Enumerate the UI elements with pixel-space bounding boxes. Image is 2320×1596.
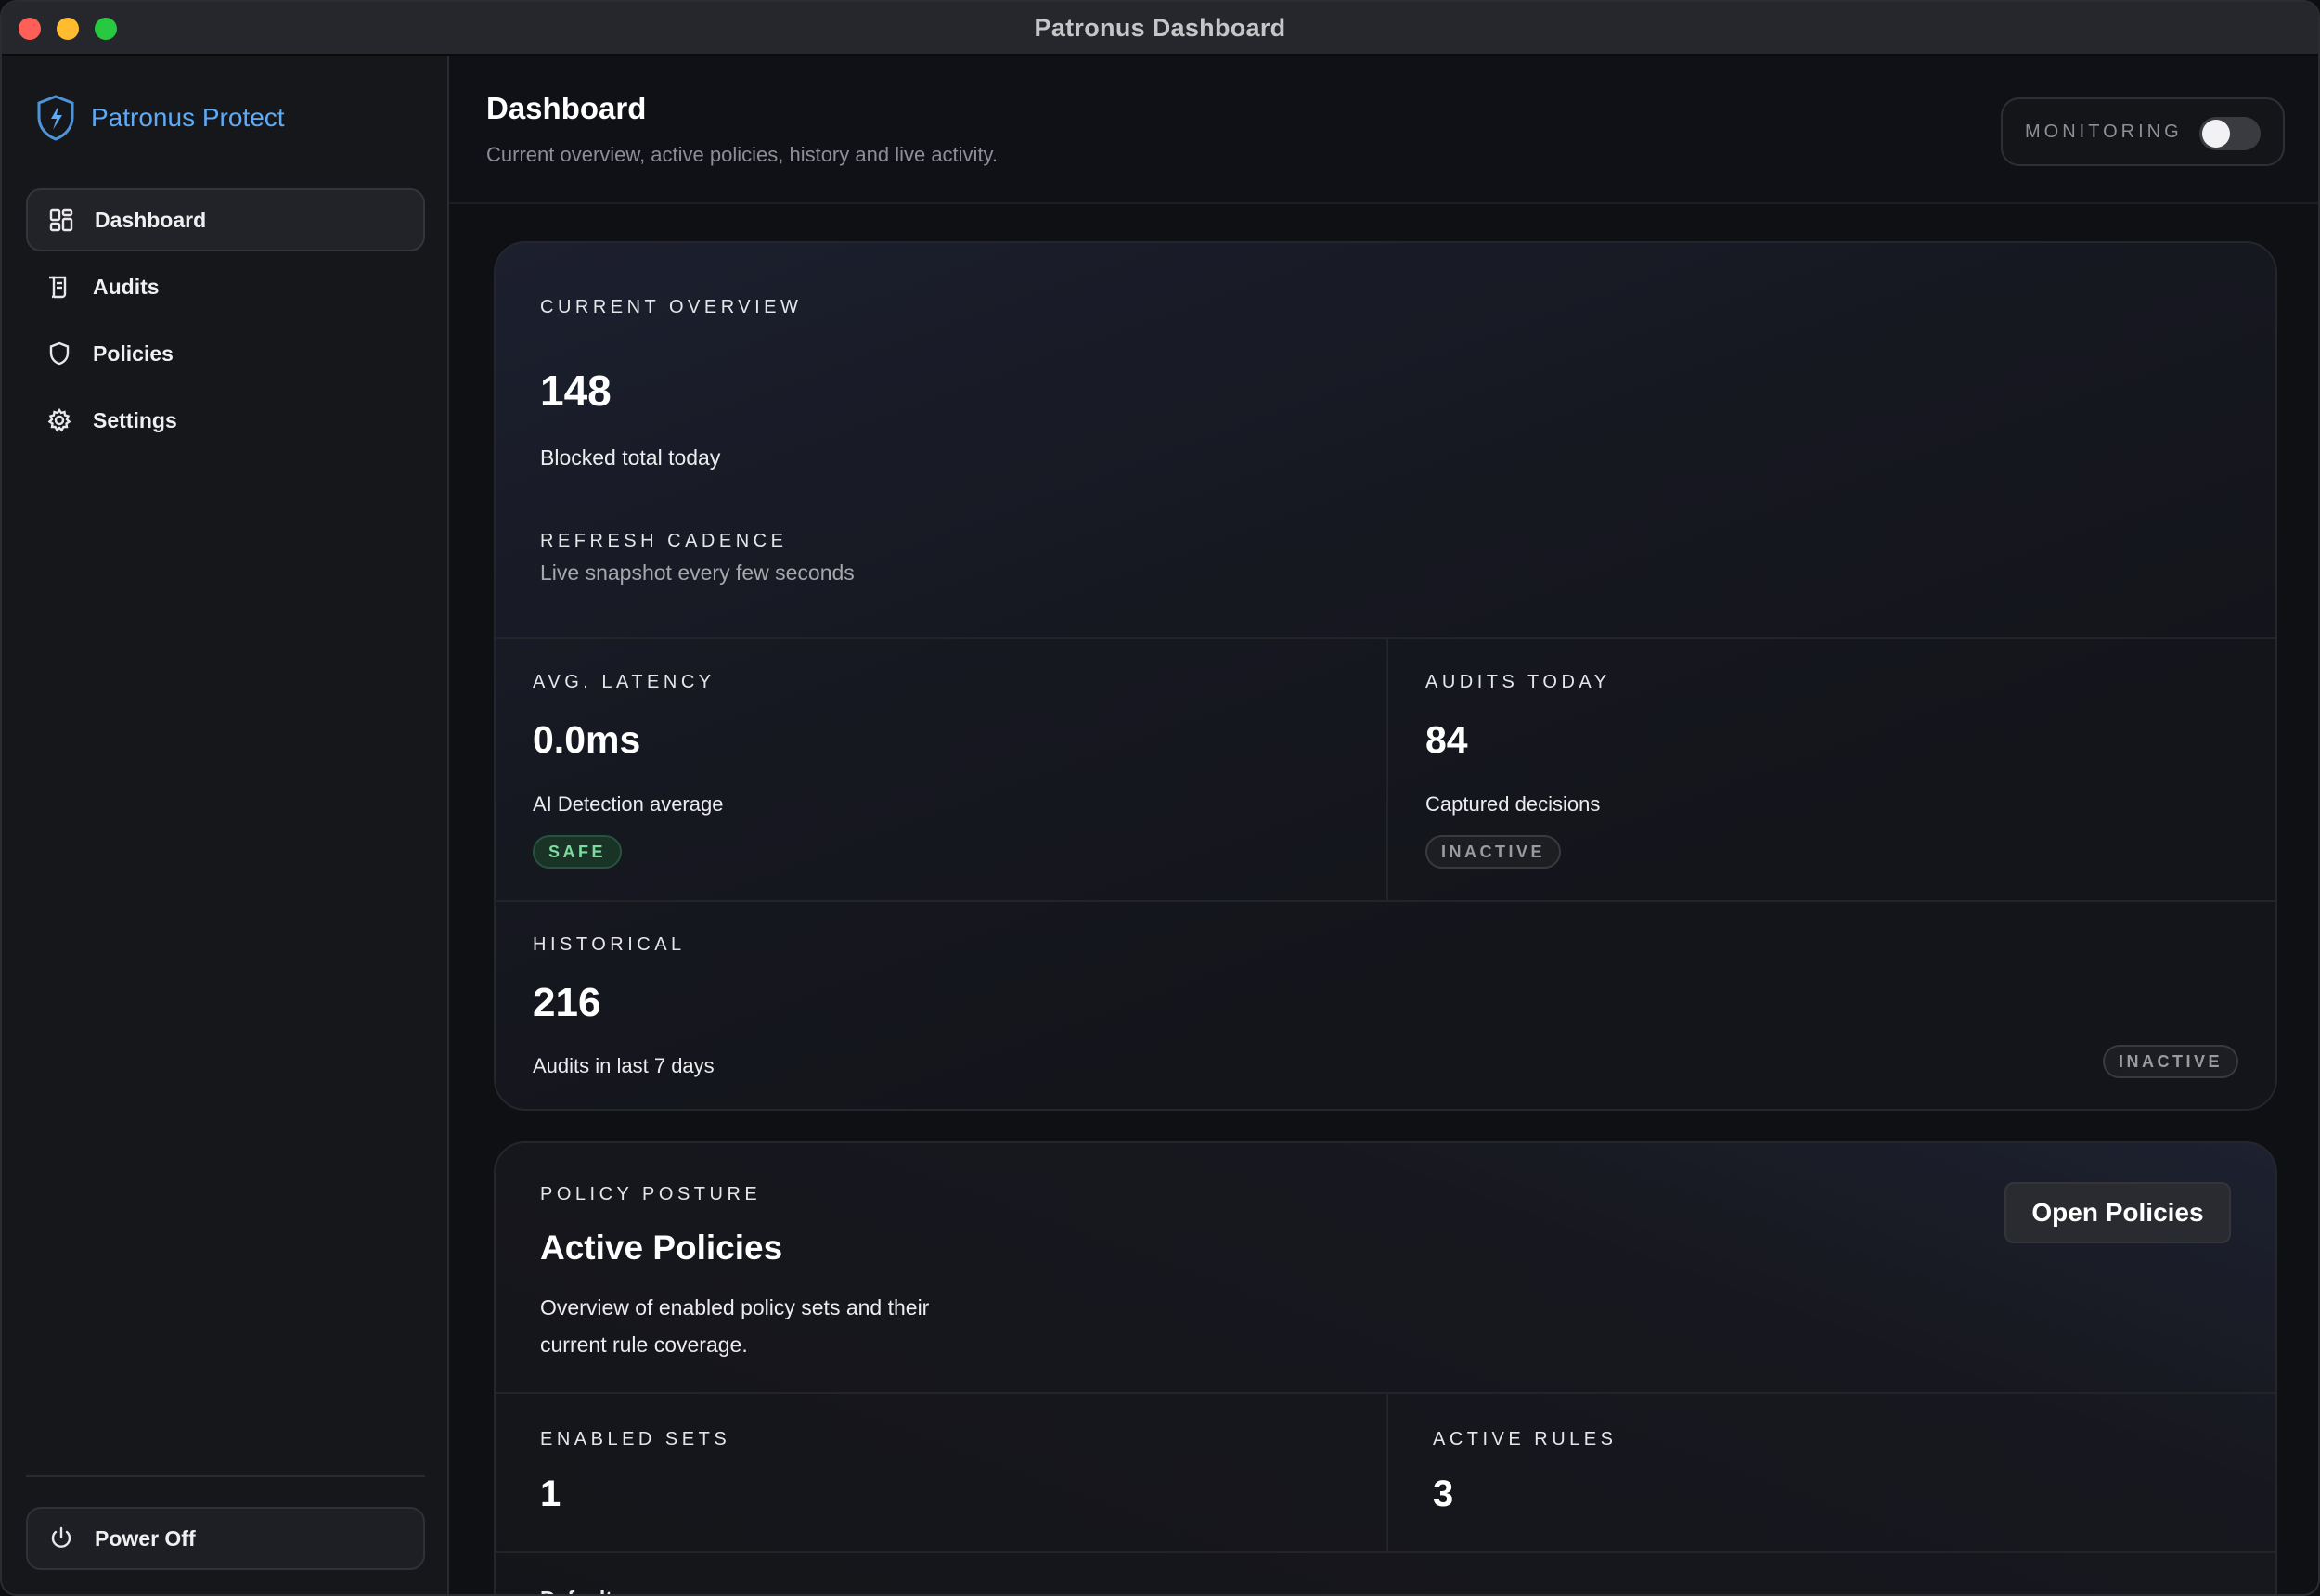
sidebar-item-label: Settings (93, 407, 177, 432)
sidebar: Patronus Protect Dashboard Audits Polici… (2, 56, 449, 1594)
sidebar-item-audits[interactable]: Audits (26, 255, 425, 318)
policy-posture-card: POLICY POSTURE Active Policies Overview … (494, 1141, 2277, 1594)
historical-label: Audits in last 7 days (533, 1054, 715, 1077)
brand[interactable]: Patronus Protect (35, 95, 285, 141)
power-off-button[interactable]: Power Off (26, 1507, 425, 1570)
policy-divider (496, 1392, 2275, 1394)
audits-today-value: 84 (1425, 718, 1468, 761)
switch-knob (2202, 120, 2230, 148)
enabled-sets-value: 1 (540, 1474, 561, 1514)
grid-icon (49, 208, 73, 232)
stats-divider (1386, 637, 1388, 900)
active-rules-value: 3 (1433, 1474, 1454, 1514)
historical-value: 216 (533, 980, 601, 1025)
policy-description-line1: Overview of enabled policy sets and thei… (540, 1295, 930, 1319)
policy-posture-heading: POLICY POSTURE (540, 1184, 762, 1204)
shield-icon (49, 341, 70, 366)
blocked-total-value: 148 (540, 367, 612, 415)
app-window: Patronus Dashboard Patronus Protect Dash… (0, 0, 2320, 1596)
sidebar-nav: Dashboard Audits Policies Settings (26, 188, 425, 456)
policy-bottom-divider (496, 1551, 2275, 1553)
sidebar-item-label: Dashboard (95, 207, 207, 232)
sidebar-item-policies[interactable]: Policies (26, 322, 425, 385)
window-controls (19, 18, 117, 40)
historical-heading: HISTORICAL (533, 934, 686, 955)
scroll-icon (49, 276, 67, 299)
brand-name: Patronus Protect (91, 103, 285, 132)
power-off-label: Power Off (95, 1525, 196, 1551)
sidebar-item-settings[interactable]: Settings (26, 389, 425, 452)
enabled-sets-heading: ENABLED SETS (540, 1429, 731, 1449)
policy-set-name: Default (540, 1587, 612, 1594)
refresh-cadence-text: Live snapshot every few seconds (540, 560, 855, 585)
sidebar-divider (26, 1475, 425, 1477)
page-title: Dashboard (486, 91, 647, 125)
active-policies-title: Active Policies (540, 1229, 783, 1267)
audits-today-label: Captured decisions (1425, 792, 1601, 816)
policy-description-line2: current rule coverage. (540, 1332, 748, 1357)
patronus-shield-logo-icon (37, 95, 74, 141)
status-badge: SAFE (533, 835, 622, 869)
monitoring-switch[interactable] (2199, 117, 2261, 150)
current-overview-card: CURRENT OVERVIEW 148 Blocked total today… (494, 241, 2277, 1111)
monitoring-toggle[interactable]: MONITORING (2001, 97, 2285, 166)
status-badge: INACTIVE (1425, 835, 1561, 869)
blocked-total-label: Blocked total today (540, 445, 721, 470)
audits-today-heading: AUDITS TODAY (1425, 672, 1611, 692)
status-badge: INACTIVE (2103, 1045, 2238, 1078)
monitoring-label: MONITORING (2025, 121, 2183, 142)
window-title: Patronus Dashboard (1034, 13, 1286, 42)
open-policies-button[interactable]: Open Policies (2004, 1182, 2231, 1243)
active-rules-heading: ACTIVE RULES (1433, 1429, 1618, 1449)
maximize-window-button[interactable] (95, 18, 117, 40)
policy-stats-divider (1386, 1392, 1388, 1551)
title-bar: Patronus Dashboard (2, 2, 2318, 56)
page-subtitle: Current overview, active policies, histo… (486, 143, 999, 166)
page-header: Dashboard Current overview, active polic… (449, 56, 2318, 204)
avg-latency-label: AI Detection average (533, 792, 724, 816)
overview-divider (496, 637, 2275, 639)
gear-icon (47, 407, 71, 432)
sidebar-item-label: Audits (93, 274, 160, 299)
sidebar-item-label: Policies (93, 341, 174, 366)
current-overview-heading: CURRENT OVERVIEW (540, 297, 803, 317)
stats-bottom-divider (496, 900, 2275, 902)
main-content: Dashboard Current overview, active polic… (449, 56, 2318, 1594)
avg-latency-heading: AVG. LATENCY (533, 672, 715, 692)
refresh-cadence-heading: REFRESH CADENCE (540, 531, 788, 551)
close-window-button[interactable] (19, 18, 41, 40)
avg-latency-value: 0.0ms (533, 718, 641, 761)
sidebar-item-dashboard[interactable]: Dashboard (26, 188, 425, 251)
power-icon (51, 1526, 71, 1548)
minimize-window-button[interactable] (57, 18, 79, 40)
